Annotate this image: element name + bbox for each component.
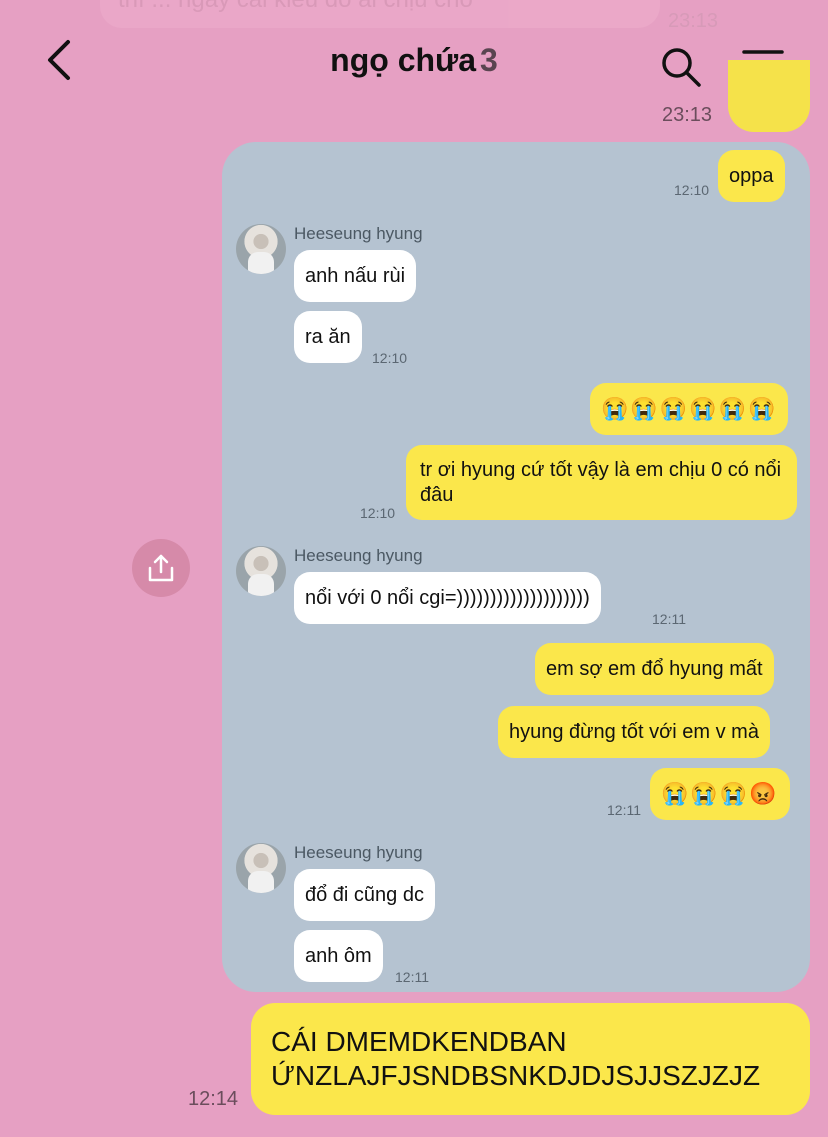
message-bubble[interactable]: tr ơi hyung cứ tốt vậy là em chịu 0 có n… <box>406 445 797 520</box>
avatar[interactable] <box>236 843 286 893</box>
message-bubble[interactable]: 😭😭😭😭😭😭 <box>590 383 789 435</box>
message-time: 12:10 <box>360 505 396 521</box>
search-icon <box>662 48 701 87</box>
share-button[interactable] <box>132 539 190 597</box>
message-time: 12:14 <box>188 1088 239 1110</box>
message-time: 12:11 <box>652 611 686 627</box>
message-bubble[interactable]: nổi với 0 nổi cgi=)))))))))))))))))))) <box>294 572 601 624</box>
message-bubble[interactable]: oppa <box>718 150 785 202</box>
previous-message-time: 23:13 <box>662 104 713 126</box>
message-row: anh nấu rùi <box>294 250 417 302</box>
member-count: 3 <box>480 42 498 78</box>
message-bubble[interactable]: đổ đi cũng dc <box>294 869 435 921</box>
message-row: nổi với 0 nổi cgi=)))))))))))))))))))) <box>294 572 601 624</box>
message-row: đổ đi cũng dc <box>294 869 435 921</box>
previous-faded-bubble: thì ... ngày cái kiểu đó ai chịu cho <box>100 0 660 28</box>
message-row: oppa <box>718 150 785 202</box>
message-time: 12:11 <box>607 802 641 818</box>
message-time: 12:10 <box>674 182 710 198</box>
chat-header: ngọ chứa 3 <box>0 30 828 92</box>
message-bubble[interactable]: anh nấu rùi <box>294 250 417 302</box>
avatar[interactable] <box>236 546 286 596</box>
search-button[interactable] <box>660 46 702 88</box>
chat-title: ngọ chứa 3 <box>0 42 828 79</box>
message-row: tr ơi hyung cứ tốt vậy là em chịu 0 có n… <box>406 445 797 520</box>
message-row: anh ôm <box>294 930 383 982</box>
avatar[interactable] <box>236 224 286 274</box>
sender-name: Heeseung hyung <box>294 843 423 862</box>
message-bubble[interactable]: em sợ em đổ hyung mất <box>535 643 774 695</box>
message-row: ra ăn <box>294 311 362 363</box>
message-time: 12:10 <box>372 350 408 366</box>
sender-name: Heeseung hyung <box>294 546 423 565</box>
message-bubble[interactable]: anh ôm <box>294 930 383 982</box>
message-bubble[interactable]: hyung đừng tốt với em v mà <box>498 706 770 758</box>
message-bubble-caps[interactable]: CÁI DMEMDKENDBAN ỨNZLAJFJSNDBSNKDJDJSJJS… <box>251 1003 810 1115</box>
message-time: 12:11 <box>395 969 429 985</box>
message-row: em sợ em đổ hyung mất <box>535 643 774 695</box>
chat-name: ngọ chứa <box>330 42 477 78</box>
message-row: 😭😭😭😭😭😭 <box>590 383 789 435</box>
message-bubble[interactable]: ra ăn <box>294 311 362 363</box>
shared-chat-screenshot[interactable]: oppa 12:10 Heeseung hyung anh nấu rùi ra… <box>222 142 810 992</box>
share-icon <box>148 554 174 582</box>
faded-text: thì ... ngày cái kiểu đó ai chịu cho <box>100 0 660 20</box>
message-row: 😭😭😭😡 <box>650 768 790 820</box>
message-row: hyung đừng tốt với em v mà <box>498 706 770 758</box>
message-bubble[interactable]: 😭😭😭😡 <box>650 768 790 820</box>
previous-message-bubble[interactable] <box>728 60 810 132</box>
sender-name: Heeseung hyung <box>294 224 423 243</box>
